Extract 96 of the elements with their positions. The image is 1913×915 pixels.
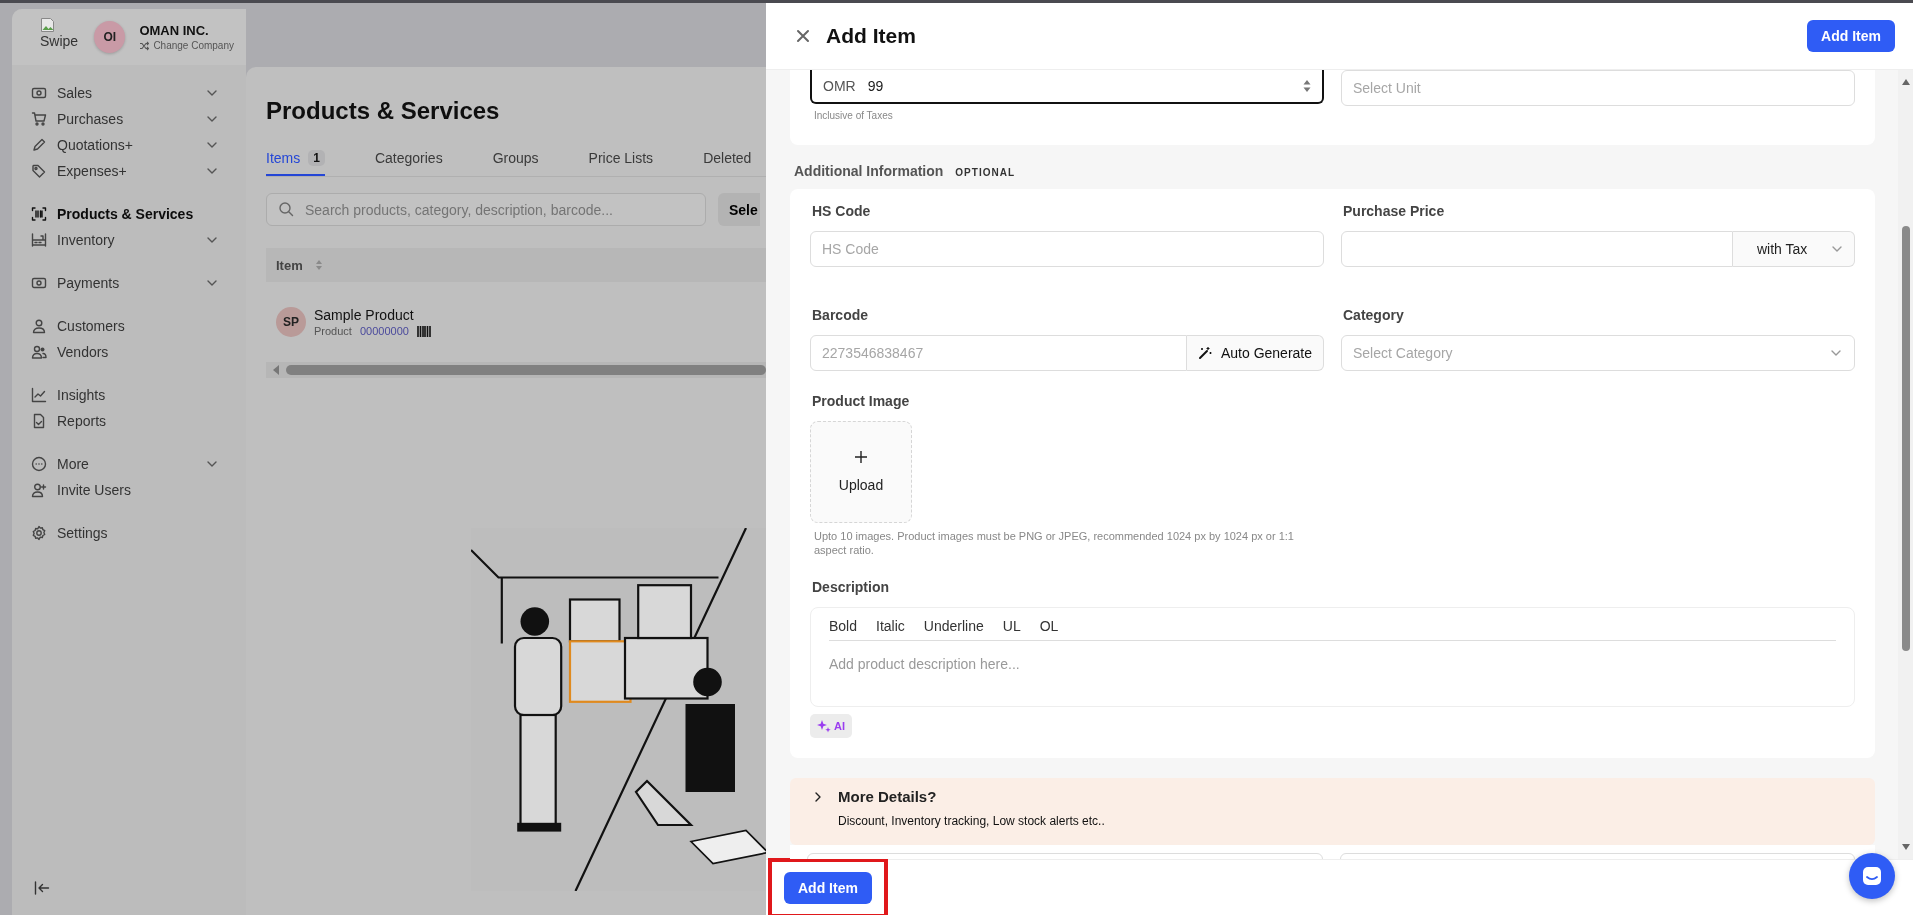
collapse-sidebar-button[interactable] xyxy=(34,881,50,895)
optional-tag: OPTIONAL xyxy=(955,167,1015,178)
tag-icon xyxy=(31,163,47,179)
broken-image-icon xyxy=(40,17,56,33)
item-name: Sample Product xyxy=(314,307,415,323)
tab[interactable]: Groups xyxy=(492,145,539,176)
more-details-banner[interactable]: More Details? Discount, Inventory tracking, Low stock alerts etc.. xyxy=(790,778,1875,845)
plus-icon xyxy=(855,451,867,463)
sidebar-item[interactable]: Vendors xyxy=(31,342,219,362)
search-field[interactable]: Search products, category, description, barcode... xyxy=(266,193,706,226)
hint-text: Upto 10 images. Product images must be PNG or JPEG, recommended 1024 px by 1024 px or 1:1 aspect ratio. xyxy=(813,529,1295,557)
field-label: HS Code xyxy=(812,203,872,219)
cash-icon xyxy=(31,275,47,291)
chart-icon xyxy=(31,387,47,403)
sidebar-item[interactable]: Invite Users xyxy=(31,480,219,500)
add-item-button[interactable]: Add Item xyxy=(1807,20,1895,52)
more-details-text: Discount, Inventory tracking, Low stock alerts etc.. xyxy=(838,814,1106,828)
sidebar-item[interactable]: Reports xyxy=(31,411,219,431)
placeholder-text: Add product description here... xyxy=(829,655,1021,672)
field-label: Description xyxy=(812,579,890,595)
sidebar-item[interactable]: Customers xyxy=(31,316,219,336)
price-field[interactable]: OMR 99 xyxy=(810,70,1324,104)
vertical-scrollbar[interactable] xyxy=(1898,70,1913,859)
section-title: Additional Information xyxy=(794,163,944,179)
column-header[interactable]: Item xyxy=(276,257,323,273)
tab[interactable]: Items 1 xyxy=(266,145,325,176)
sidebar-item[interactable]: Expenses+ xyxy=(31,161,219,181)
chat-icon xyxy=(1861,865,1883,887)
company-name: OMAN INC. xyxy=(139,23,210,38)
input-field[interactable]: HS Code xyxy=(810,231,1324,267)
stepper-icon xyxy=(1303,80,1311,92)
dots-icon xyxy=(31,456,47,472)
toolbar-button[interactable]: OL xyxy=(1039,618,1066,634)
barcode-icon xyxy=(31,206,47,222)
field-label: Purchase Price xyxy=(1343,203,1446,219)
unit-select[interactable]: Select Unit xyxy=(1341,70,1855,106)
ai-button[interactable]: AI xyxy=(810,714,852,738)
logo-alt-text: Swipe xyxy=(40,33,80,49)
toolbar-button[interactable]: Underline xyxy=(923,618,991,634)
upload-button[interactable]: Upload xyxy=(810,421,912,523)
tab[interactable]: Categories xyxy=(374,145,443,176)
field-label: Product Image xyxy=(812,393,911,409)
item-type: Product xyxy=(314,325,352,337)
input-field[interactable] xyxy=(1341,231,1733,267)
shelf-icon xyxy=(31,232,47,248)
close-button[interactable] xyxy=(794,27,812,45)
count-badge: 1 xyxy=(308,150,325,166)
barcode-icon xyxy=(416,325,431,337)
scroll-left-icon xyxy=(272,365,280,375)
sidebar-item[interactable]: More xyxy=(31,454,219,474)
sidebar-item[interactable]: Purchases xyxy=(31,109,219,129)
close-icon xyxy=(796,29,810,43)
sidebar-item[interactable]: Payments xyxy=(31,273,219,293)
add-item-button[interactable]: Add Item xyxy=(784,871,872,904)
sidebar-item[interactable]: Sales xyxy=(31,83,219,103)
select-button[interactable]: Sele xyxy=(718,193,760,226)
cart-icon xyxy=(31,111,47,127)
horizontal-scrollbar[interactable] xyxy=(266,362,766,378)
toolbar-button[interactable]: UL xyxy=(1002,618,1028,634)
sparkle-icon xyxy=(817,719,831,733)
settings-icon xyxy=(31,525,47,541)
sidebar-item[interactable]: Products & Services xyxy=(31,204,219,224)
tab[interactable]: Price Lists xyxy=(588,145,654,176)
sidebar-item[interactable]: Insights xyxy=(31,385,219,405)
person-icon xyxy=(31,318,47,334)
drawer-title: Add Item xyxy=(826,24,917,48)
item-code: 00000000 xyxy=(359,325,409,337)
auto-generate-button[interactable]: Auto Generate xyxy=(1186,335,1324,371)
sidebar-item[interactable]: Inventory xyxy=(31,230,219,250)
toolbar-button[interactable]: Italic xyxy=(876,618,912,634)
sidebar-item[interactable]: Settings xyxy=(31,523,219,543)
collapse-icon xyxy=(34,881,50,895)
company-avatar[interactable]: OI xyxy=(94,21,126,53)
document-icon xyxy=(31,413,47,429)
item-avatar: SP xyxy=(276,307,306,337)
add-user-icon xyxy=(31,482,47,498)
cash-icon xyxy=(31,85,47,101)
input-field[interactable]: 2273546838467 xyxy=(810,335,1187,371)
scroll-down-icon xyxy=(1900,843,1911,851)
pencil-icon xyxy=(31,137,47,153)
change-company-link[interactable]: Change Company xyxy=(139,40,234,51)
tax-select[interactable]: with Tax xyxy=(1733,231,1855,267)
sort-icon xyxy=(314,259,323,271)
magic-wand-icon xyxy=(1197,346,1212,360)
people-icon xyxy=(31,344,47,360)
shuffle-icon xyxy=(139,40,150,51)
hint-text: Inclusive of Taxes xyxy=(813,110,894,121)
sidebar-item[interactable]: Quotations+ xyxy=(31,135,219,155)
toolbar-button[interactable]: Bold xyxy=(829,618,865,634)
page-title: Products & Services xyxy=(266,97,501,125)
tab[interactable]: Deleted xyxy=(703,145,752,176)
field-label: Barcode xyxy=(812,307,870,323)
scroll-up-icon xyxy=(1900,78,1911,86)
field-label: Category xyxy=(1343,307,1405,323)
description-editor[interactable]: Bold Italic Underline UL OL Add product description here... xyxy=(810,607,1855,707)
table-row[interactable]: SP Sample Product Product 00000000 xyxy=(266,282,766,362)
